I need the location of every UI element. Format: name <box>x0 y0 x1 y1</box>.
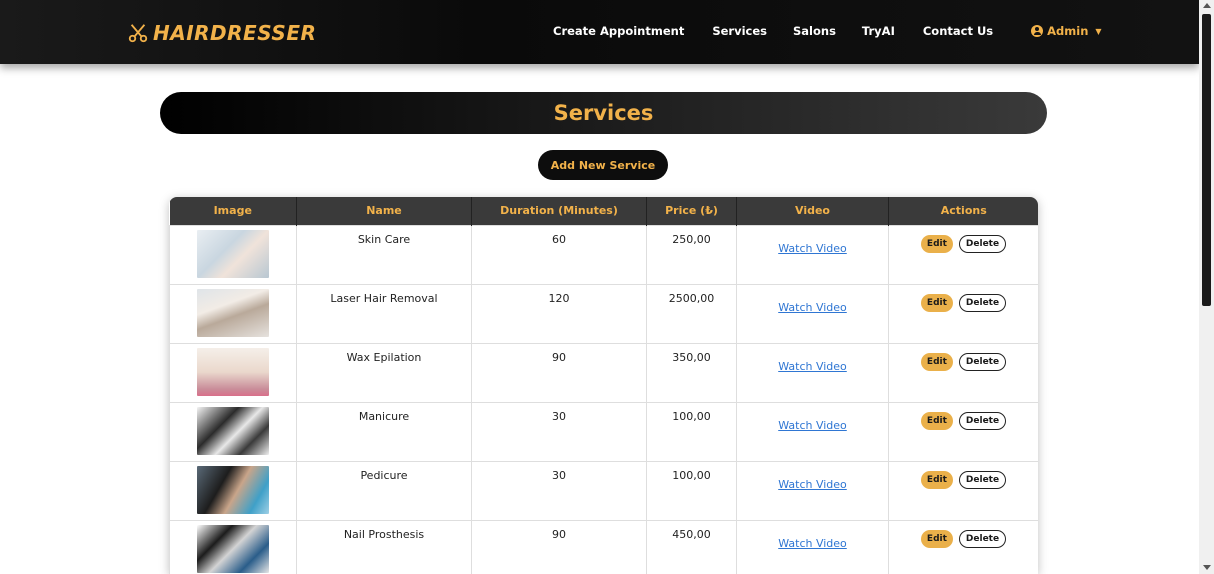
nav-services[interactable]: Services <box>712 24 767 38</box>
watch-video-link[interactable]: Watch Video <box>778 537 847 550</box>
delete-button[interactable]: Delete <box>958 293 1007 312</box>
header-actions: Actions <box>888 197 1038 225</box>
service-duration: 30 <box>471 460 647 521</box>
admin-menu[interactable]: Admin ▼ <box>1031 24 1102 38</box>
watch-video-link[interactable]: Watch Video <box>778 478 847 491</box>
edit-button[interactable]: Edit <box>920 470 953 489</box>
nav-tryai[interactable]: TryAI <box>862 24 895 38</box>
watch-video-link[interactable]: Watch Video <box>778 242 847 255</box>
service-duration: 90 <box>471 519 647 574</box>
delete-button[interactable]: Delete <box>958 470 1007 489</box>
table-row: Pedicure 30 100,00 Watch Video Edit Delet… <box>169 460 1038 521</box>
service-price: 250,00 <box>646 224 737 285</box>
service-name: Nail Prosthesis <box>296 519 472 574</box>
service-image <box>197 288 269 337</box>
table-row: Skin Care 60 250,00 Watch Video Edit Dele… <box>169 224 1038 285</box>
service-name: Pedicure <box>296 460 472 521</box>
add-new-service-button[interactable]: Add New Service <box>538 150 668 180</box>
service-name: Wax Epilation <box>296 342 472 403</box>
scissors-icon <box>128 24 148 43</box>
header-name: Name <box>296 197 472 225</box>
watch-video-link[interactable]: Watch Video <box>778 360 847 373</box>
service-price: 100,00 <box>646 401 737 462</box>
watch-video-link[interactable]: Watch Video <box>778 419 847 432</box>
page-title: Services <box>553 101 654 125</box>
caret-down-icon: ▼ <box>1095 26 1102 36</box>
service-duration: 90 <box>471 342 647 403</box>
service-name: Manicure <box>296 401 472 462</box>
delete-button[interactable]: Delete <box>958 352 1007 371</box>
service-price: 100,00 <box>646 460 737 521</box>
navbar: HAIRDRESSER Create Appointment Services … <box>0 0 1199 64</box>
service-name: Laser Hair Removal <box>296 283 472 344</box>
service-image <box>197 465 269 514</box>
nav-salons[interactable]: Salons <box>793 24 836 38</box>
header-duration: Duration (Minutes) <box>471 197 647 225</box>
brand-name: HAIRDRESSER <box>153 21 317 45</box>
edit-button[interactable]: Edit <box>920 529 953 548</box>
table-row: Laser Hair Removal 120 2500,00 Watch Vid… <box>169 283 1038 344</box>
edit-button[interactable]: Edit <box>920 352 953 371</box>
header-price: Price (₺) <box>646 197 737 225</box>
services-table: Image Name Duration (Minutes) Price (₺) … <box>169 197 1038 574</box>
scroll-up-icon[interactable] <box>1203 3 1211 8</box>
table-row: Wax Epilation 90 350,00 Watch Video Edit… <box>169 342 1038 403</box>
edit-button[interactable]: Edit <box>920 234 953 253</box>
edit-button[interactable]: Edit <box>920 293 953 312</box>
user-circle-icon <box>1031 25 1044 37</box>
scrollbar[interactable] <box>1199 0 1214 574</box>
service-duration: 30 <box>471 401 647 462</box>
service-price: 2500,00 <box>646 283 737 344</box>
service-name: Skin Care <box>296 224 472 285</box>
edit-button[interactable]: Edit <box>920 411 953 430</box>
header-video: Video <box>736 197 889 225</box>
service-image <box>197 524 269 573</box>
delete-button[interactable]: Delete <box>958 234 1007 253</box>
service-price: 450,00 <box>646 519 737 574</box>
service-duration: 60 <box>471 224 647 285</box>
brand-logo[interactable]: HAIRDRESSER <box>127 18 316 48</box>
admin-label: Admin <box>1047 24 1089 38</box>
table-header-row: Image Name Duration (Minutes) Price (₺) … <box>169 197 1038 225</box>
nav-create-appointment[interactable]: Create Appointment <box>553 24 684 38</box>
scrollbar-thumb[interactable] <box>1202 14 1211 306</box>
header-image: Image <box>169 197 297 225</box>
service-price: 350,00 <box>646 342 737 403</box>
service-duration: 120 <box>471 283 647 344</box>
table-row: Nail Prosthesis 90 450,00 Watch Video Ed… <box>169 519 1038 574</box>
delete-button[interactable]: Delete <box>958 411 1007 430</box>
table-row: Manicure 30 100,00 Watch Video Edit Delet… <box>169 401 1038 462</box>
nav-links: Create Appointment Services Salons TryAI… <box>553 24 1102 38</box>
watch-video-link[interactable]: Watch Video <box>778 301 847 314</box>
service-image <box>197 347 269 396</box>
page-title-bar: Services <box>160 92 1047 134</box>
nav-contact-us[interactable]: Contact Us <box>923 24 993 38</box>
scroll-down-icon[interactable] <box>1203 565 1211 570</box>
delete-button[interactable]: Delete <box>958 529 1007 548</box>
service-image <box>197 406 269 455</box>
service-image <box>197 229 269 278</box>
